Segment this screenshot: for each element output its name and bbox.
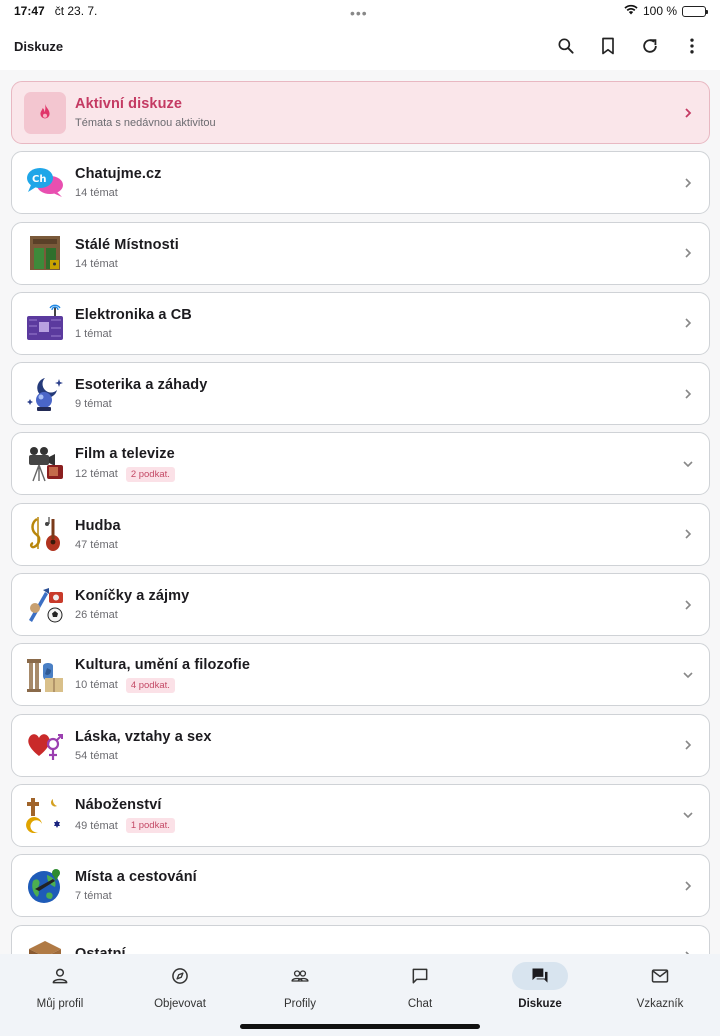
category-card-chatujme[interactable]: Ch Chatujme.cz 14 témat: [11, 151, 710, 215]
chevron-down-icon[interactable]: [681, 808, 695, 822]
forum-icon: [512, 962, 568, 990]
topic-count: 49 témat: [75, 819, 118, 832]
topic-count: 1 témat: [75, 327, 112, 340]
mail-icon: [632, 962, 688, 990]
chevron-right-icon: [681, 387, 695, 401]
chevron-right-icon: [681, 106, 695, 120]
category-card-aktivni-diskuze[interactable]: Aktivní diskuze Témata s nedávnou aktivi…: [11, 81, 710, 144]
fire-icon: [24, 91, 66, 134]
category-subtitle: Témata s nedávnou aktivitou: [75, 117, 216, 129]
chevron-down-icon[interactable]: [681, 457, 695, 471]
category-name: Koníčky a zájmy: [75, 588, 190, 605]
chevron-right-icon: [681, 316, 695, 330]
wifi-icon: [624, 4, 638, 18]
chevron-right-icon: [681, 738, 695, 752]
category-name: Elektronika a CB: [75, 306, 192, 323]
status-date: čt 23. 7.: [54, 4, 98, 18]
status-time: 17:47: [14, 4, 45, 18]
category-name: Stálé Místnosti: [75, 236, 179, 253]
category-name: Hudba: [75, 517, 121, 534]
category-card-film[interactable]: Film a televize 12 témat 2 podkat.: [11, 432, 710, 496]
heart-gender-icon: [24, 724, 66, 766]
subcategory-badge: 4 podkat.: [125, 677, 175, 693]
topic-count: 14 témat: [75, 257, 118, 270]
nav-item-diskuze[interactable]: Diskuze: [480, 962, 600, 1036]
category-card-laska[interactable]: Láska, vztahy a sex 54 témat: [11, 713, 710, 777]
topic-count: 12 témat: [75, 468, 118, 481]
chevron-down-icon[interactable]: [681, 668, 695, 682]
status-bar: 17:47 čt 23. 7. ••• 100 %: [0, 0, 720, 22]
compass-icon: [152, 962, 208, 990]
people-icon: [272, 962, 328, 990]
chat-icon: [392, 962, 448, 990]
nav-item-vzkaznik[interactable]: Vzkazník: [600, 962, 720, 1036]
category-card-ostatni[interactable]: Ostatní: [11, 924, 710, 954]
topic-count: 10 témat: [75, 679, 118, 692]
category-card-kultura[interactable]: Kultura, umění a filozofie 10 témat 4 po…: [11, 643, 710, 707]
circuit-antenna-icon: [24, 302, 66, 344]
topic-count: 7 témat: [75, 890, 112, 903]
hobbies-icon: [24, 584, 66, 626]
battery-icon: [682, 5, 708, 17]
category-name: Náboženství: [75, 797, 162, 814]
music-icon: [24, 513, 66, 555]
nav-label: Můj profil: [36, 998, 84, 1010]
subcategory-badge: 1 podkat.: [125, 818, 175, 834]
nav-item-muj-profil[interactable]: Můj profil: [0, 962, 120, 1036]
category-name: Chatujme.cz: [75, 166, 162, 183]
box-icon: [24, 935, 66, 954]
category-name: Láska, vztahy a sex: [75, 728, 212, 745]
category-name: Místa a cestování: [75, 869, 197, 886]
nav-label: Objevovat: [154, 998, 206, 1010]
subcategory-badge: 2 podkat.: [125, 466, 175, 482]
topic-count: 14 témat: [75, 187, 118, 200]
chevron-right-icon: [681, 527, 695, 541]
nav-item-objevovat[interactable]: Objevovat: [120, 962, 240, 1036]
more-vert-icon[interactable]: [682, 36, 702, 56]
category-list[interactable]: Aktivní diskuze Témata s nedávnou aktivi…: [0, 70, 720, 954]
multitask-dots-icon[interactable]: •••: [350, 5, 368, 21]
globe-plane-icon: [24, 865, 66, 907]
religion-icon: [24, 794, 66, 836]
topic-count: 26 témat: [75, 609, 118, 622]
app-bar: Diskuze: [0, 22, 720, 70]
page-title: Diskuze: [14, 38, 64, 54]
category-card-konicky[interactable]: Koníčky a zájmy 26 témat: [11, 573, 710, 637]
search-icon[interactable]: [556, 36, 576, 56]
category-card-mista[interactable]: Místa a cestování 7 témat: [11, 854, 710, 918]
chevron-right-icon: [681, 598, 695, 612]
refresh-icon[interactable]: [640, 36, 660, 56]
nav-label: Profily: [284, 998, 316, 1010]
battery-percent: 100 %: [642, 4, 677, 18]
category-name: Kultura, umění a filozofie: [75, 656, 250, 673]
building-door-icon: [24, 232, 66, 274]
chat-bubbles-icon: Ch: [24, 162, 66, 204]
chevron-right-icon: [681, 879, 695, 893]
category-name: Esoterika a záhady: [75, 377, 208, 394]
home-indicator[interactable]: [240, 1024, 480, 1029]
chevron-right-icon: [681, 246, 695, 260]
category-card-hudba[interactable]: Hudba 47 témat: [11, 502, 710, 566]
nav-label: Vzkazník: [636, 998, 684, 1010]
culture-icon: [24, 654, 66, 696]
category-card-nabozenstvi[interactable]: Náboženství 49 témat 1 podkat.: [11, 783, 710, 847]
moon-crystal-ball-icon: [24, 373, 66, 415]
category-card-elektronika[interactable]: Elektronika a CB 1 témat: [11, 291, 710, 355]
svg-text:Ch: Ch: [32, 174, 46, 185]
category-card-esoterika[interactable]: Esoterika a záhady 9 témat: [11, 362, 710, 426]
topic-count: 9 témat: [75, 398, 112, 411]
category-name: Aktivní diskuze: [75, 96, 183, 112]
bookmark-icon[interactable]: [598, 36, 618, 56]
category-name: Ostatní: [75, 945, 126, 954]
camera-tv-icon: [24, 443, 66, 485]
chevron-right-icon: [681, 176, 695, 190]
topic-count: 47 témat: [75, 538, 118, 551]
nav-label: Chat: [407, 998, 433, 1010]
person-icon: [32, 962, 88, 990]
category-card-stale-mistnosti[interactable]: Stálé Místnosti 14 témat: [11, 221, 710, 285]
nav-label: Diskuze: [518, 998, 562, 1010]
topic-count: 54 témat: [75, 749, 118, 762]
category-name: Film a televize: [75, 445, 175, 462]
